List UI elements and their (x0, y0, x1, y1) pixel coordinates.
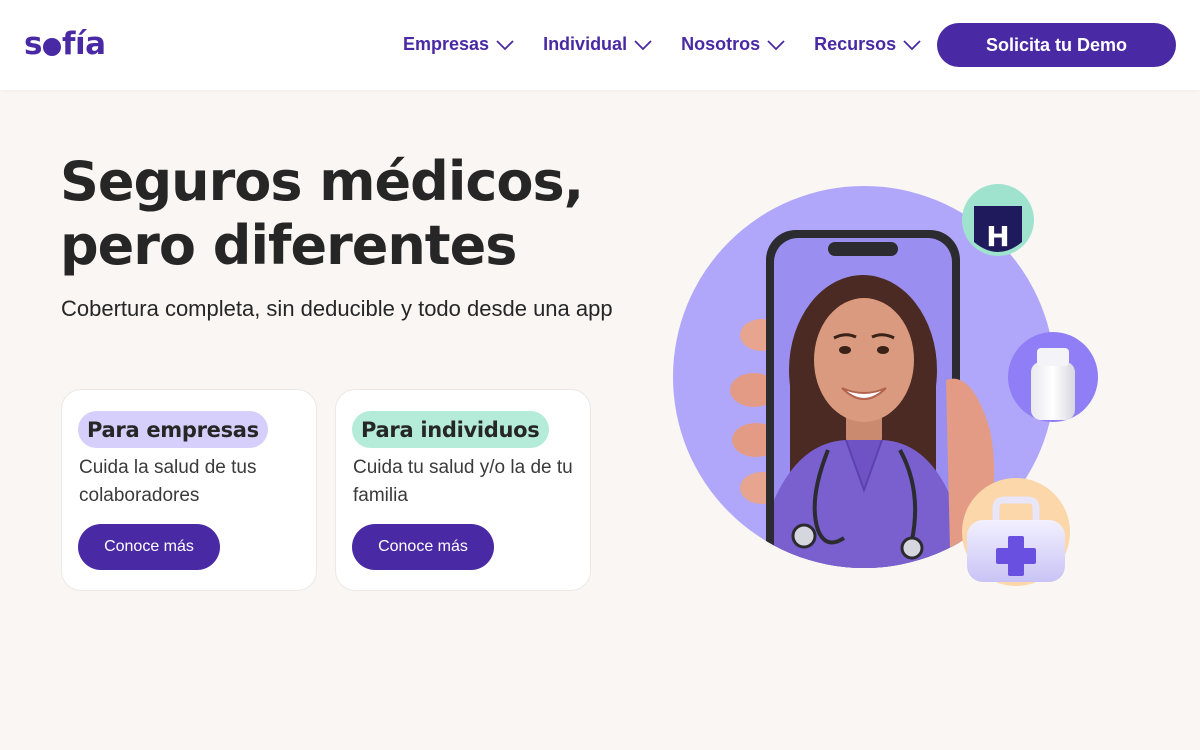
nav-nosotros[interactable]: Nosotros (681, 34, 786, 55)
nav-nosotros-label: Nosotros (681, 34, 761, 54)
nav-empresas[interactable]: Empresas (403, 34, 515, 55)
individual-learn-more-button[interactable]: Conoce más (352, 524, 494, 570)
business-description: Cuida la salud de tus colaboradores (79, 457, 257, 506)
nav-individual-label: Individual (543, 34, 628, 54)
chevron-down-icon (767, 39, 785, 50)
business-tag: Para empresas (78, 411, 268, 448)
individual-card: Para individuos Cuida tu salud y/o la de… (335, 389, 591, 591)
nav-recursos-label: Recursos (814, 34, 897, 54)
nav-recursos[interactable]: Recursos (814, 34, 922, 55)
site-header: s fía Empresas Individual Nosotros Recurs… (0, 0, 1200, 90)
logo-text-end: fía (61, 26, 106, 62)
main-nav: Empresas Individual Nosotros Recursos (403, 34, 950, 55)
request-demo-button[interactable]: Solicita tu Demo (937, 23, 1176, 67)
hospital-icon: H (962, 184, 1034, 256)
individual-tag: Para individuos (352, 411, 549, 448)
chevron-down-icon (634, 39, 652, 50)
sofia-logo[interactable]: s fía (24, 26, 106, 62)
business-card: Para empresas Cuida la salud de tus cola… (61, 389, 317, 591)
hero-illustration: H (673, 184, 1098, 586)
phone-with-doctor (730, 230, 995, 568)
hero-title-line-1: Seguros médicos, (60, 150, 584, 213)
nav-individual[interactable]: Individual (543, 34, 653, 55)
logo-text-start: s (24, 26, 42, 62)
nav-empresas-label: Empresas (403, 34, 490, 54)
chevron-down-icon (496, 39, 514, 50)
business-learn-more-button[interactable]: Conoce más (78, 524, 220, 570)
individual-description: Cuida tu salud y/o la de tu familia (353, 457, 573, 506)
chevron-down-icon (903, 39, 921, 50)
hero-subtitle: Cobertura completa, sin deducible y todo… (61, 296, 613, 321)
logo-dot (42, 38, 61, 56)
pill-bottle-icon (1008, 332, 1098, 422)
hero-title-line-2: pero diferentes (60, 214, 517, 277)
hospital-badge-letter: H (986, 220, 1009, 253)
hero-title: Seguros médicos, pero diferentes (60, 150, 620, 278)
first-aid-kit-icon (962, 478, 1070, 586)
